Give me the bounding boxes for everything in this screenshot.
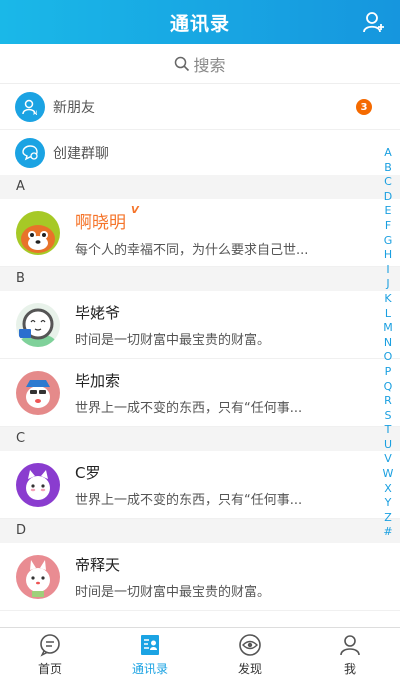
contact-row[interactable]: 毕姥爷 时间是一切财富中最宝贵的财富。 bbox=[0, 291, 400, 359]
index-letter[interactable]: Q bbox=[382, 380, 394, 395]
group-chat-icon bbox=[15, 137, 45, 168]
index-letter[interactable]: L bbox=[382, 307, 394, 322]
index-letter[interactable]: B bbox=[382, 161, 394, 176]
section-header-b: B bbox=[0, 267, 400, 291]
index-letter[interactable]: C bbox=[382, 175, 394, 190]
avatar bbox=[16, 370, 60, 415]
index-letter[interactable]: V bbox=[382, 452, 394, 467]
index-letter[interactable]: D bbox=[382, 190, 394, 205]
eye-icon bbox=[239, 633, 261, 656]
add-contact-icon[interactable] bbox=[362, 10, 386, 34]
tab-home[interactable]: 首页 bbox=[0, 628, 100, 681]
top-nav-bar: 通讯录 bbox=[0, 0, 400, 44]
index-letter[interactable]: X bbox=[382, 482, 394, 497]
index-letter[interactable]: W bbox=[382, 467, 394, 482]
contact-signature: 时间是一切财富中最宝贵的财富。 bbox=[75, 332, 271, 348]
avatar bbox=[16, 554, 60, 599]
index-letter[interactable]: # bbox=[382, 525, 394, 540]
index-letter[interactable]: E bbox=[382, 204, 394, 219]
index-letter[interactable]: T bbox=[382, 423, 394, 438]
index-letter[interactable]: J bbox=[382, 277, 394, 292]
index-letter[interactable]: G bbox=[382, 234, 394, 249]
new-friends-entry[interactable]: N 新朋友 3 bbox=[0, 84, 400, 130]
index-letter[interactable]: M bbox=[382, 321, 394, 336]
tab-contacts[interactable]: 通讯录 bbox=[100, 628, 200, 681]
index-letter[interactable]: Y bbox=[382, 496, 394, 511]
contact-signature: 世界上一成不变的东西，只有“任何事... bbox=[75, 400, 303, 416]
contact-name: 啊晓明 V bbox=[75, 204, 330, 233]
index-letter[interactable]: N bbox=[382, 336, 394, 351]
index-letter[interactable]: H bbox=[382, 248, 394, 263]
search-icon bbox=[175, 56, 190, 71]
index-letter[interactable]: R bbox=[382, 394, 394, 409]
index-letter[interactable]: O bbox=[382, 350, 394, 365]
search-input[interactable]: 搜索 bbox=[0, 44, 400, 84]
tab-label: 发现 bbox=[237, 661, 262, 676]
contact-name: 帝释天 bbox=[75, 555, 121, 574]
avatar bbox=[16, 462, 60, 507]
contacts-icon bbox=[141, 634, 159, 655]
svg-text:N: N bbox=[33, 110, 38, 117]
create-group-chat-entry[interactable]: 创建群聊 bbox=[0, 130, 400, 176]
contact-row[interactable]: 帝释天 时间是一切财富中最宝贵的财富。 bbox=[0, 543, 400, 611]
contact-row[interactable]: C罗 世界上一成不变的东西，只有“任何事... bbox=[0, 451, 400, 519]
alphabet-index-bar[interactable]: A B C D E F G H I J K L M N O P Q R S T … bbox=[382, 146, 394, 540]
index-letter[interactable]: K bbox=[382, 292, 394, 307]
person-icon bbox=[340, 634, 360, 655]
index-letter[interactable]: F bbox=[382, 219, 394, 234]
index-letter[interactable]: S bbox=[382, 409, 394, 424]
chat-bubble-icon bbox=[40, 633, 60, 657]
contact-row[interactable]: 毕加索 世界上一成不变的东西，只有“任何事... bbox=[0, 359, 400, 427]
index-letter[interactable]: U bbox=[382, 438, 394, 453]
new-friends-badge: 3 bbox=[356, 99, 372, 115]
tab-label: 首页 bbox=[37, 661, 62, 676]
section-header-c: C bbox=[0, 427, 400, 451]
contact-signature: 世界上一成不变的东西，只有“任何事... bbox=[75, 492, 303, 508]
contact-signature: 每个人的幸福不同，为什么要求自己世... bbox=[75, 242, 309, 258]
avatar bbox=[16, 302, 60, 347]
vip-badge-icon: V bbox=[131, 204, 139, 216]
page-title: 通讯录 bbox=[169, 12, 230, 35]
contact-row[interactable]: 啊晓明 V 每个人的幸福不同，为什么要求自己世... bbox=[0, 199, 400, 267]
tab-label: 我 bbox=[343, 661, 356, 676]
avatar bbox=[16, 210, 60, 255]
index-letter[interactable]: I bbox=[382, 263, 394, 278]
contact-name: 毕加索 bbox=[75, 371, 121, 390]
index-letter[interactable]: P bbox=[382, 365, 394, 380]
contact-name: 毕姥爷 bbox=[75, 303, 121, 322]
new-friend-icon: N bbox=[15, 91, 45, 122]
section-header-d: D bbox=[0, 519, 400, 543]
bottom-tab-bar: 首页 通讯录 发现 我 bbox=[0, 627, 400, 681]
contact-name-text: 啊晓明 bbox=[75, 212, 126, 233]
section-header-a: A bbox=[0, 175, 400, 199]
contact-signature: 时间是一切财富中最宝贵的财富。 bbox=[75, 584, 271, 600]
new-friends-label: 新朋友 bbox=[53, 99, 95, 116]
tab-me[interactable]: 我 bbox=[300, 628, 400, 681]
create-group-chat-label: 创建群聊 bbox=[53, 145, 109, 162]
search-placeholder: 搜索 bbox=[193, 55, 226, 75]
contact-name: C罗 bbox=[75, 463, 101, 482]
index-letter[interactable]: Z bbox=[382, 511, 394, 526]
tab-discover[interactable]: 发现 bbox=[200, 628, 300, 681]
tab-label: 通讯录 bbox=[131, 661, 168, 676]
index-letter[interactable]: A bbox=[382, 146, 394, 161]
